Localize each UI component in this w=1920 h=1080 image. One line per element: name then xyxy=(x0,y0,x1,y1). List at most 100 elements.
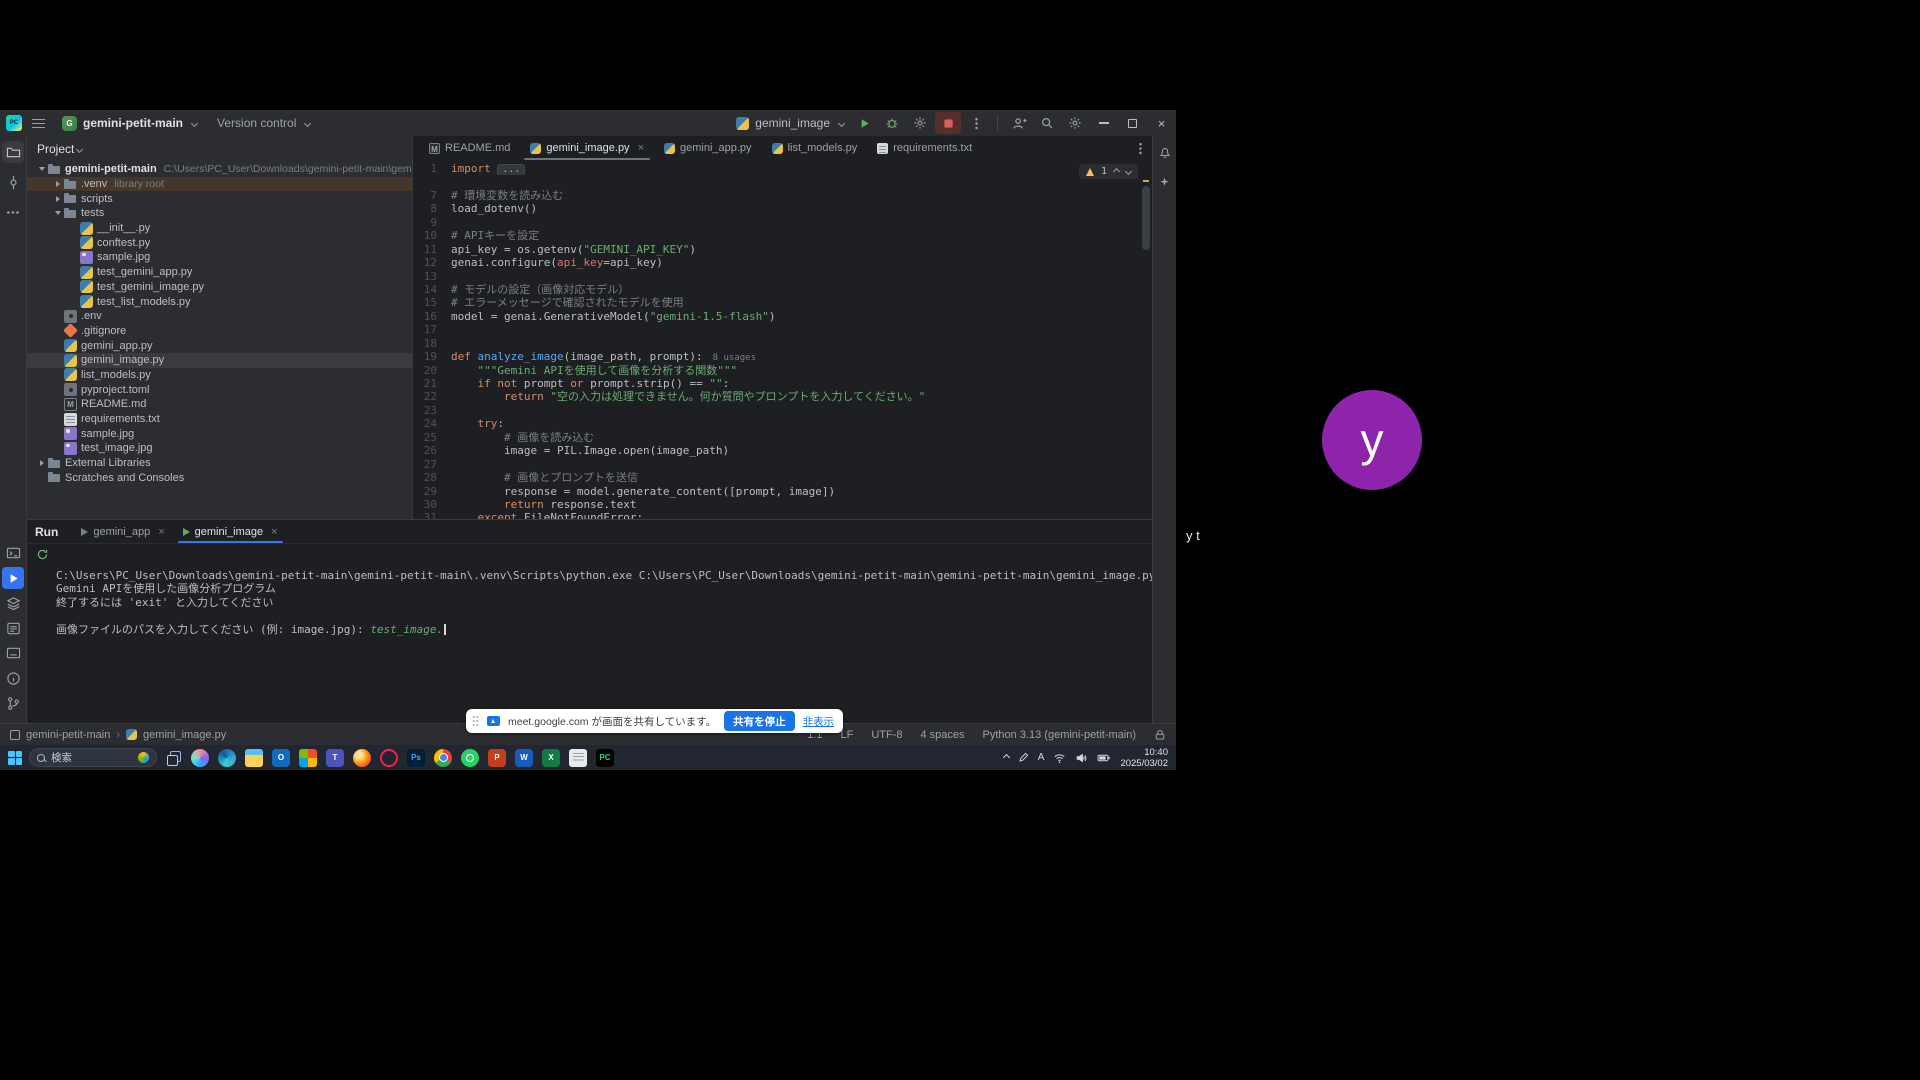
run-configuration-selector[interactable]: gemini_image xyxy=(730,114,850,132)
notifications-bell-icon[interactable] xyxy=(1154,141,1176,163)
start-button[interactable] xyxy=(8,751,22,765)
tree-item-venv[interactable]: .venvlibrary root xyxy=(27,177,412,192)
tree-expand-icon[interactable] xyxy=(51,206,64,220)
inspection-widget[interactable]: 1 xyxy=(1079,164,1138,179)
line-number[interactable]: 28 xyxy=(413,471,451,484)
line-number[interactable]: 9 xyxy=(413,216,451,229)
ime-indicator[interactable]: A xyxy=(1038,752,1045,763)
tree-expand-icon[interactable] xyxy=(51,177,64,191)
ai-assistant-icon[interactable] xyxy=(1154,171,1176,193)
line-number[interactable]: 27 xyxy=(413,458,451,471)
tree-item-test-gemini-app-py[interactable]: test_gemini_app.py xyxy=(27,265,412,280)
editor-body[interactable]: 1import ...7# 環境変数を読み込む8load_dotenv()910… xyxy=(413,160,1152,519)
tray-overflow-icon[interactable] xyxy=(1003,754,1010,761)
tree-item-gemini-image-py[interactable]: gemini_image.py xyxy=(27,353,412,368)
code-line[interactable]: 12genai.configure(api_key=api_key) xyxy=(413,256,1152,269)
code-line[interactable]: 23 xyxy=(413,404,1152,417)
taskbar-word-icon[interactable]: W xyxy=(515,749,533,767)
tree-item-test-list-models-py[interactable]: test_list_models.py xyxy=(27,294,412,309)
more-actions-icon[interactable] xyxy=(963,112,989,134)
tree-item-conftest-py[interactable]: conftest.py xyxy=(27,235,412,250)
tree-item-readme-md[interactable]: README.md xyxy=(27,397,412,412)
stop-sharing-button[interactable]: 共有を停止 xyxy=(724,711,795,731)
line-number[interactable]: 16 xyxy=(413,310,451,323)
tab-gemini-image-py[interactable]: gemini_image.py× xyxy=(520,136,654,160)
code-line[interactable] xyxy=(413,175,1152,188)
line-number[interactable]: 12 xyxy=(413,256,451,269)
breadcrumb-item[interactable]: gemini_image.py xyxy=(143,729,226,741)
code-with-me-button[interactable] xyxy=(1006,112,1032,134)
code-line[interactable]: 25 # 画像を読み込む xyxy=(413,431,1152,444)
tab-gemini-app-py[interactable]: gemini_app.py xyxy=(654,136,762,160)
line-number[interactable]: 11 xyxy=(413,243,451,256)
line-number[interactable]: 21 xyxy=(413,377,451,390)
line-number[interactable]: 7 xyxy=(413,189,451,202)
code-line[interactable]: 30 return response.text xyxy=(413,498,1152,511)
taskbar-search-input[interactable]: 検索 xyxy=(29,748,157,767)
close-tab-icon[interactable]: × xyxy=(638,142,644,154)
code-line[interactable]: 22 return "空の入力は処理できません。何か質問やプロンプトを入力してく… xyxy=(413,390,1152,403)
code-line[interactable]: 20 """Gemini APIを使用して画像を分析する関数""" xyxy=(413,364,1152,377)
rerun-icon[interactable] xyxy=(36,548,49,561)
tree-item-gemini-petit-main[interactable]: gemini-petit-mainC:\Users\PC_User\Downlo… xyxy=(27,162,412,177)
tree-item-list-models-py[interactable]: list_models.py xyxy=(27,368,412,383)
line-number[interactable]: 19 xyxy=(413,350,451,363)
code-line[interactable]: 31 except FileNotFoundError: xyxy=(413,511,1152,519)
wifi-icon[interactable] xyxy=(1053,752,1066,764)
tree-expand-icon[interactable] xyxy=(35,456,48,470)
tree-item-requirements-txt[interactable]: requirements.txt xyxy=(27,412,412,427)
code-line[interactable]: 21 if not prompt or prompt.strip() == ""… xyxy=(413,377,1152,390)
tree-item-scratches-and-consoles[interactable]: Scratches and Consoles xyxy=(27,470,412,485)
problems-tool-icon[interactable] xyxy=(2,667,24,689)
tab-readme-md[interactable]: README.md xyxy=(419,136,520,160)
tree-expand-icon[interactable] xyxy=(35,162,48,176)
taskbar-copilot-icon[interactable] xyxy=(191,749,209,767)
project-widget[interactable]: G gemini-petit-main xyxy=(55,114,204,133)
stop-button[interactable] xyxy=(935,112,961,134)
taskbar-outlook-icon[interactable]: O xyxy=(272,749,290,767)
taskbar-firefox-icon[interactable] xyxy=(353,749,371,767)
project-panel-header[interactable]: Project xyxy=(27,136,412,162)
more-tool-windows-icon[interactable] xyxy=(2,201,24,223)
close-button[interactable]: × xyxy=(1147,110,1176,136)
code-line[interactable]: 15# エラーメッセージで確認されたモデルを使用 xyxy=(413,296,1152,309)
folded-region[interactable]: ... xyxy=(497,164,525,175)
lock-icon[interactable] xyxy=(1154,729,1166,741)
line-number[interactable]: 23 xyxy=(413,404,451,417)
line-number[interactable]: 26 xyxy=(413,444,451,457)
volume-icon[interactable] xyxy=(1075,752,1088,764)
hide-banner-link[interactable]: 非表示 xyxy=(803,714,835,729)
console-output[interactable]: C:\Users\PC_User\Downloads\gemini-petit-… xyxy=(27,565,1152,723)
code-line[interactable]: 18 xyxy=(413,337,1152,350)
line-number[interactable]: 10 xyxy=(413,229,451,242)
line-number[interactable]: 8 xyxy=(413,202,451,215)
taskbar-excel-icon[interactable]: X xyxy=(542,749,560,767)
line-number[interactable]: 17 xyxy=(413,323,451,336)
code-line[interactable]: 8load_dotenv() xyxy=(413,202,1152,215)
tree-item-scripts[interactable]: scripts xyxy=(27,191,412,206)
close-tab-icon[interactable]: × xyxy=(271,526,277,538)
debug-button[interactable] xyxy=(879,112,905,134)
taskbar-photoshop-icon[interactable]: Ps xyxy=(407,749,425,767)
code-line[interactable]: 29 response = model.generate_content([pr… xyxy=(413,485,1152,498)
taskbar-chrome-icon[interactable] xyxy=(434,749,452,767)
line-number[interactable]: 24 xyxy=(413,417,451,430)
editor-scrollbar[interactable] xyxy=(1142,186,1150,250)
tree-item-pyproject-toml[interactable]: pyproject.toml xyxy=(27,382,412,397)
code-line[interactable]: 16model = genai.GenerativeModel("gemini-… xyxy=(413,310,1152,323)
line-number[interactable]: 14 xyxy=(413,283,451,296)
taskbar-teams-icon[interactable]: T xyxy=(326,749,344,767)
code-line[interactable]: 26 image = PIL.Image.open(image_path) xyxy=(413,444,1152,457)
run-tab-gemini-image[interactable]: gemini_image× xyxy=(174,520,287,543)
line-number[interactable]: 31 xyxy=(413,511,451,519)
taskbar-whatsapp-icon[interactable] xyxy=(461,749,479,767)
search-everywhere-button[interactable] xyxy=(1034,112,1060,134)
terminal-tool-icon[interactable] xyxy=(2,542,24,564)
maximize-button[interactable] xyxy=(1118,110,1147,136)
indent-style[interactable]: 4 spaces xyxy=(921,729,965,741)
tree-item-init-py[interactable]: __init__.py xyxy=(27,221,412,236)
code-line[interactable]: 7# 環境変数を読み込む xyxy=(413,189,1152,202)
tree-item-tests[interactable]: tests xyxy=(27,206,412,221)
line-number[interactable]: 13 xyxy=(413,270,451,283)
run-button[interactable] xyxy=(851,112,877,134)
